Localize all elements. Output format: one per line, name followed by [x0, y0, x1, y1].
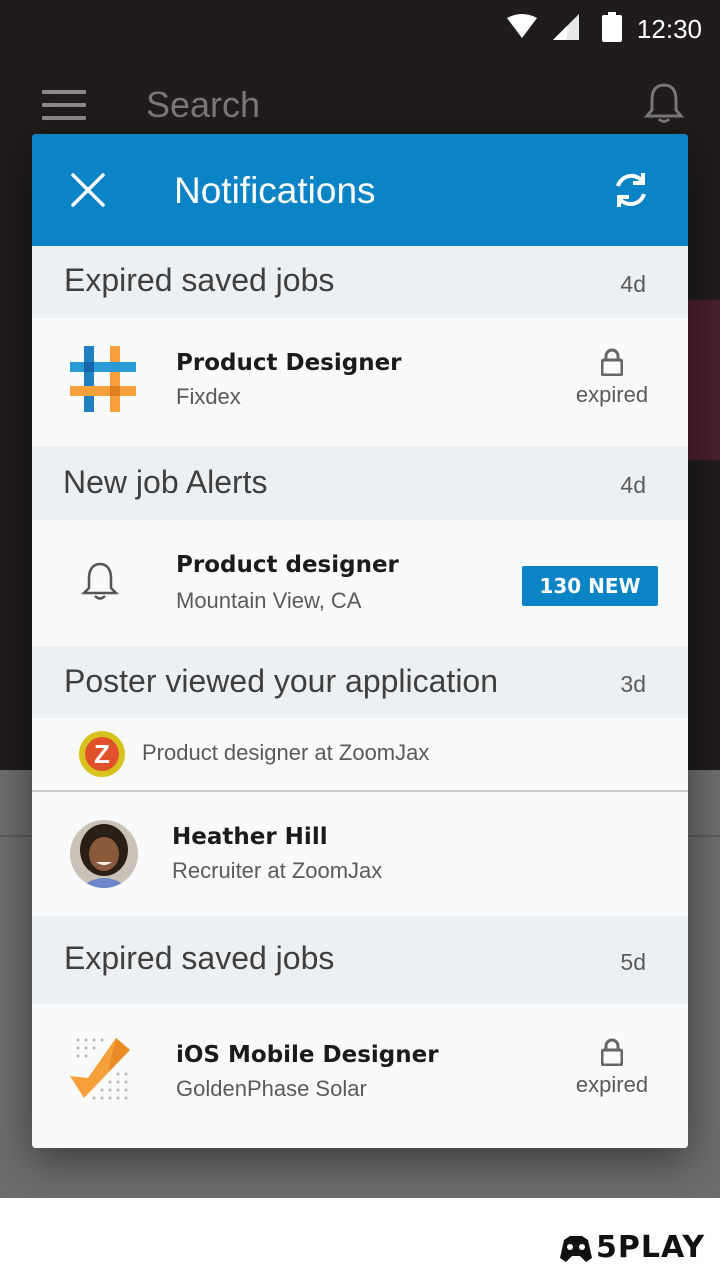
section-title: Expired saved jobs — [64, 262, 335, 298]
section-title: New job Alerts — [63, 464, 268, 500]
section-age: 3d — [620, 671, 646, 697]
section-title: Poster viewed your application — [64, 663, 499, 699]
status-time: 12:30 — [636, 14, 702, 44]
notification-subtitle: Fixdex — [176, 384, 241, 409]
svg-text:Z: Z — [94, 739, 110, 769]
notification-title: Product designer — [176, 552, 399, 578]
notifications-dialog: Notifications Expired saved jobs 4d Prod… — [32, 134, 688, 1148]
notification-subtitle: Mountain View, CA — [176, 588, 362, 613]
goldenphase-logo — [70, 1038, 130, 1100]
expired-label: expired — [575, 382, 649, 407]
notification-subtitle: Recruiter at ZoomJax — [172, 858, 383, 883]
company-line: Product designer at ZoomJax — [142, 740, 430, 765]
notification-title: iOS Mobile Designer — [176, 1042, 439, 1068]
menu-icon[interactable] — [42, 90, 86, 120]
lock-icon — [601, 348, 623, 376]
new-count-badge: 130 NEW — [522, 566, 658, 606]
battery-icon — [602, 12, 622, 42]
application-company-row[interactable]: Z Product designer at ZoomJax — [32, 718, 688, 790]
notification-row[interactable]: Product designer Mountain View, CA 130 N… — [32, 520, 688, 646]
bell-icon — [80, 562, 120, 600]
wifi-icon — [507, 14, 537, 38]
search-field[interactable]: Search — [146, 84, 260, 126]
refresh-icon[interactable] — [612, 170, 650, 210]
signal-icon — [553, 14, 579, 40]
dialog-title: Notifications — [174, 170, 376, 211]
section-header: Expired saved jobs 5d — [32, 916, 688, 1004]
section-age: 4d — [620, 472, 646, 498]
expired-label: expired — [575, 1072, 649, 1097]
notification-row[interactable]: iOS Mobile Designer GoldenPhase Solar ex… — [32, 1004, 688, 1148]
section-age: 5d — [620, 949, 646, 975]
gamepad-icon — [560, 1236, 592, 1262]
background-decoration — [688, 300, 720, 460]
notification-row[interactable]: Heather Hill Recruiter at ZoomJax — [32, 792, 688, 916]
section-header: Expired saved jobs 4d — [32, 246, 688, 318]
zoomjax-logo: Z — [79, 731, 125, 777]
avatar — [70, 820, 138, 888]
close-icon[interactable] — [70, 172, 106, 208]
expired-status: expired — [570, 1038, 654, 1098]
lock-icon — [601, 1038, 623, 1066]
notification-row[interactable]: Product Designer Fixdex expired — [32, 318, 688, 446]
dialog-header: Notifications — [32, 134, 688, 246]
section-header: Poster viewed your application 3d — [32, 646, 688, 718]
status-bar: 12:30 — [0, 0, 720, 62]
fixdex-logo — [70, 346, 136, 412]
section-header: New job Alerts 4d — [32, 446, 688, 520]
bell-icon[interactable] — [644, 82, 684, 124]
section-age: 4d — [620, 271, 646, 297]
watermark: 5PLAY — [556, 1224, 712, 1274]
section-title: Expired saved jobs — [64, 940, 335, 976]
watermark-text: 5PLAY — [596, 1230, 706, 1265]
notification-title: Product Designer — [176, 350, 402, 376]
notification-title: Heather Hill — [172, 824, 328, 850]
notification-subtitle: GoldenPhase Solar — [176, 1076, 367, 1101]
expired-status: expired — [570, 348, 654, 408]
